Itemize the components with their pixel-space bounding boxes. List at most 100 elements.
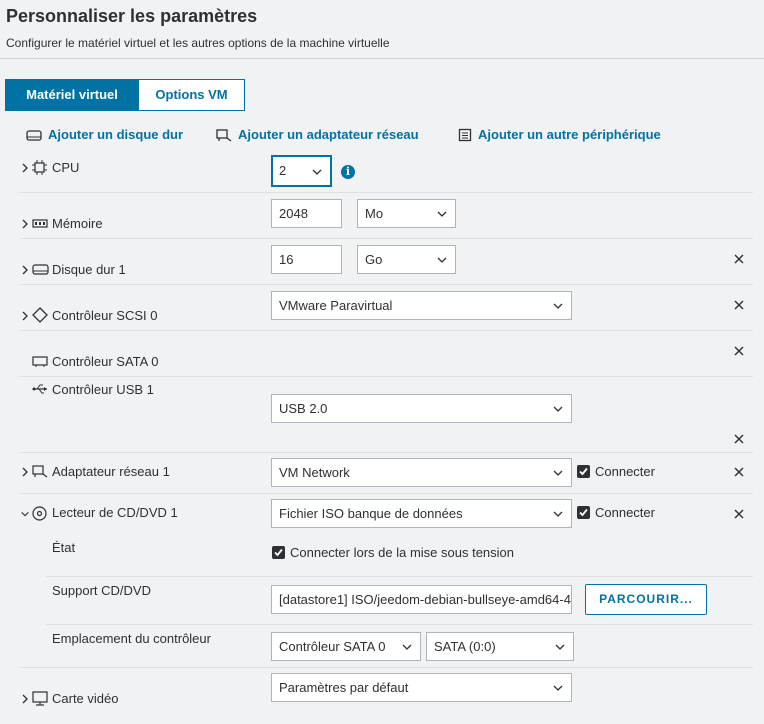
checkbox-checked-icon xyxy=(577,465,590,478)
add-hard-disk-label: Ajouter un disque dur xyxy=(48,127,184,142)
cdrom-label: Lecteur de CD/DVD 1 xyxy=(52,505,178,520)
cpu-count-select[interactable]: 2 xyxy=(271,155,332,187)
chevron-right-icon[interactable] xyxy=(20,218,30,230)
checkbox-checked-icon xyxy=(577,506,590,519)
chevron-down-icon xyxy=(553,511,563,517)
remove-network-icon[interactable] xyxy=(733,466,745,478)
network-connect-checkbox[interactable]: Connecter xyxy=(577,464,655,479)
cpu-label: CPU xyxy=(52,160,80,175)
checkbox-checked-icon xyxy=(272,546,285,559)
row-divider xyxy=(20,284,753,285)
cdrom-state-label: État xyxy=(52,540,76,555)
chevron-down-icon[interactable] xyxy=(20,508,30,520)
chevron-right-icon[interactable] xyxy=(20,466,30,478)
cd-dvd-icon xyxy=(32,506,47,521)
tab-virtual-hardware[interactable]: Matériel virtuel xyxy=(5,79,139,111)
remove-cdrom-icon[interactable] xyxy=(733,508,745,520)
monitor-icon xyxy=(32,691,48,706)
device-icon xyxy=(458,128,472,141)
hard-disk-icon xyxy=(26,129,42,141)
add-hard-disk-link[interactable]: Ajouter un disque dur xyxy=(26,127,183,142)
remove-disk-icon[interactable] xyxy=(733,253,745,265)
remove-sata-icon[interactable] xyxy=(733,345,745,357)
add-network-adapter-link[interactable]: Ajouter un adaptateur réseau xyxy=(216,127,419,142)
browse-button[interactable]: PARCOURIR... xyxy=(585,584,707,615)
chevron-down-icon xyxy=(312,169,322,175)
row-divider xyxy=(46,624,753,625)
remove-scsi-icon[interactable] xyxy=(733,299,745,311)
cdrom-type-select[interactable]: Fichier ISO banque de données xyxy=(271,499,572,528)
disk-unit-select[interactable]: Go xyxy=(357,245,456,274)
cdrom-connect-checkbox[interactable]: Connecter xyxy=(577,505,655,520)
connect-at-power-on-checkbox[interactable]: Connecter lors de la mise sous tension xyxy=(272,545,514,560)
video-label: Carte vidéo xyxy=(52,691,119,706)
chevron-down-icon xyxy=(553,685,563,691)
tab-vm-options[interactable]: Options VM xyxy=(139,79,245,111)
disk-size-input[interactable]: 16 xyxy=(271,245,342,274)
hard-disk-icon xyxy=(32,264,49,275)
chevron-down-icon xyxy=(437,211,447,217)
add-other-device-link[interactable]: Ajouter un autre périphérique xyxy=(458,127,661,142)
info-icon[interactable]: i xyxy=(341,165,355,179)
header-divider xyxy=(0,58,764,59)
memory-unit-select[interactable]: Mo xyxy=(357,199,456,228)
network-connect-label: Connecter xyxy=(595,464,655,479)
row-divider xyxy=(20,330,753,331)
row-divider xyxy=(20,238,753,239)
chevron-down-icon xyxy=(555,644,565,650)
network-adapter-icon xyxy=(216,128,232,142)
scsi-controller-icon xyxy=(32,307,48,323)
network-select[interactable]: VM Network xyxy=(271,458,572,487)
row-divider xyxy=(20,376,753,377)
memory-icon xyxy=(32,219,48,228)
cpu-icon xyxy=(32,160,47,175)
usb-type-select[interactable]: USB 2.0 xyxy=(271,394,572,423)
network-label: Adaptateur réseau 1 xyxy=(52,464,170,479)
row-divider xyxy=(20,493,753,494)
row-divider xyxy=(20,192,753,193)
cpu-count-value: 2 xyxy=(279,163,287,178)
memory-label: Mémoire xyxy=(52,216,103,231)
scsi-type-value: VMware Paravirtual xyxy=(279,298,393,313)
chevron-down-icon xyxy=(553,303,563,309)
tab-bar: Matériel virtuel Options VM xyxy=(5,79,245,111)
disk-label: Disque dur 1 xyxy=(52,262,126,277)
usb-icon xyxy=(32,384,47,394)
page-subtitle: Configurer le matériel virtuel et les au… xyxy=(6,36,390,50)
network-value: VM Network xyxy=(279,465,350,480)
usb-type-value: USB 2.0 xyxy=(279,401,328,416)
device-actions: Ajouter un disque dur Ajouter un adaptat… xyxy=(26,127,764,145)
chevron-right-icon[interactable] xyxy=(20,264,30,276)
chevron-right-icon[interactable] xyxy=(20,162,30,174)
remove-usb-icon[interactable] xyxy=(733,433,745,445)
video-settings-select[interactable]: Paramètres par défaut xyxy=(271,673,572,702)
cdrom-slot-select[interactable]: SATA (0:0) xyxy=(426,632,574,661)
chevron-right-icon[interactable] xyxy=(20,310,30,322)
cdrom-controller-label: Emplacement du contrôleur xyxy=(52,631,211,646)
network-adapter-icon xyxy=(32,465,48,478)
cdrom-type-value: Fichier ISO banque de données xyxy=(279,506,463,521)
chevron-down-icon xyxy=(553,406,563,412)
connect-at-power-on-label: Connecter lors de la mise sous tension xyxy=(290,545,515,560)
chevron-right-icon[interactable] xyxy=(20,693,30,705)
cdrom-media-label: Support CD/DVD xyxy=(52,583,151,598)
chevron-down-icon xyxy=(437,257,447,263)
cdrom-slot-value: SATA (0:0) xyxy=(434,639,496,654)
memory-unit-value: Mo xyxy=(365,206,384,221)
scsi-label: Contrôleur SCSI 0 xyxy=(52,308,158,323)
scsi-type-select[interactable]: VMware Paravirtual xyxy=(271,291,572,320)
chevron-down-icon xyxy=(553,470,563,476)
add-other-device-label: Ajouter un autre périphérique xyxy=(478,127,661,142)
iso-path-input[interactable]: [datastore1] ISO/jeedom-debian-bullseye-… xyxy=(271,585,572,614)
row-divider xyxy=(20,452,753,453)
cdrom-controller-select[interactable]: Contrôleur SATA 0 xyxy=(271,632,421,661)
sata-label: Contrôleur SATA 0 xyxy=(52,354,159,369)
cdrom-controller-value: Contrôleur SATA 0 xyxy=(279,639,386,654)
memory-size-input[interactable]: 2048 xyxy=(271,199,342,228)
add-network-adapter-label: Ajouter un adaptateur réseau xyxy=(238,127,419,142)
row-divider xyxy=(46,576,753,577)
page-title: Personnaliser les paramètres xyxy=(6,6,258,26)
cdrom-connect-label: Connecter xyxy=(595,505,655,520)
sata-controller-icon xyxy=(32,356,48,367)
row-divider xyxy=(20,667,753,668)
